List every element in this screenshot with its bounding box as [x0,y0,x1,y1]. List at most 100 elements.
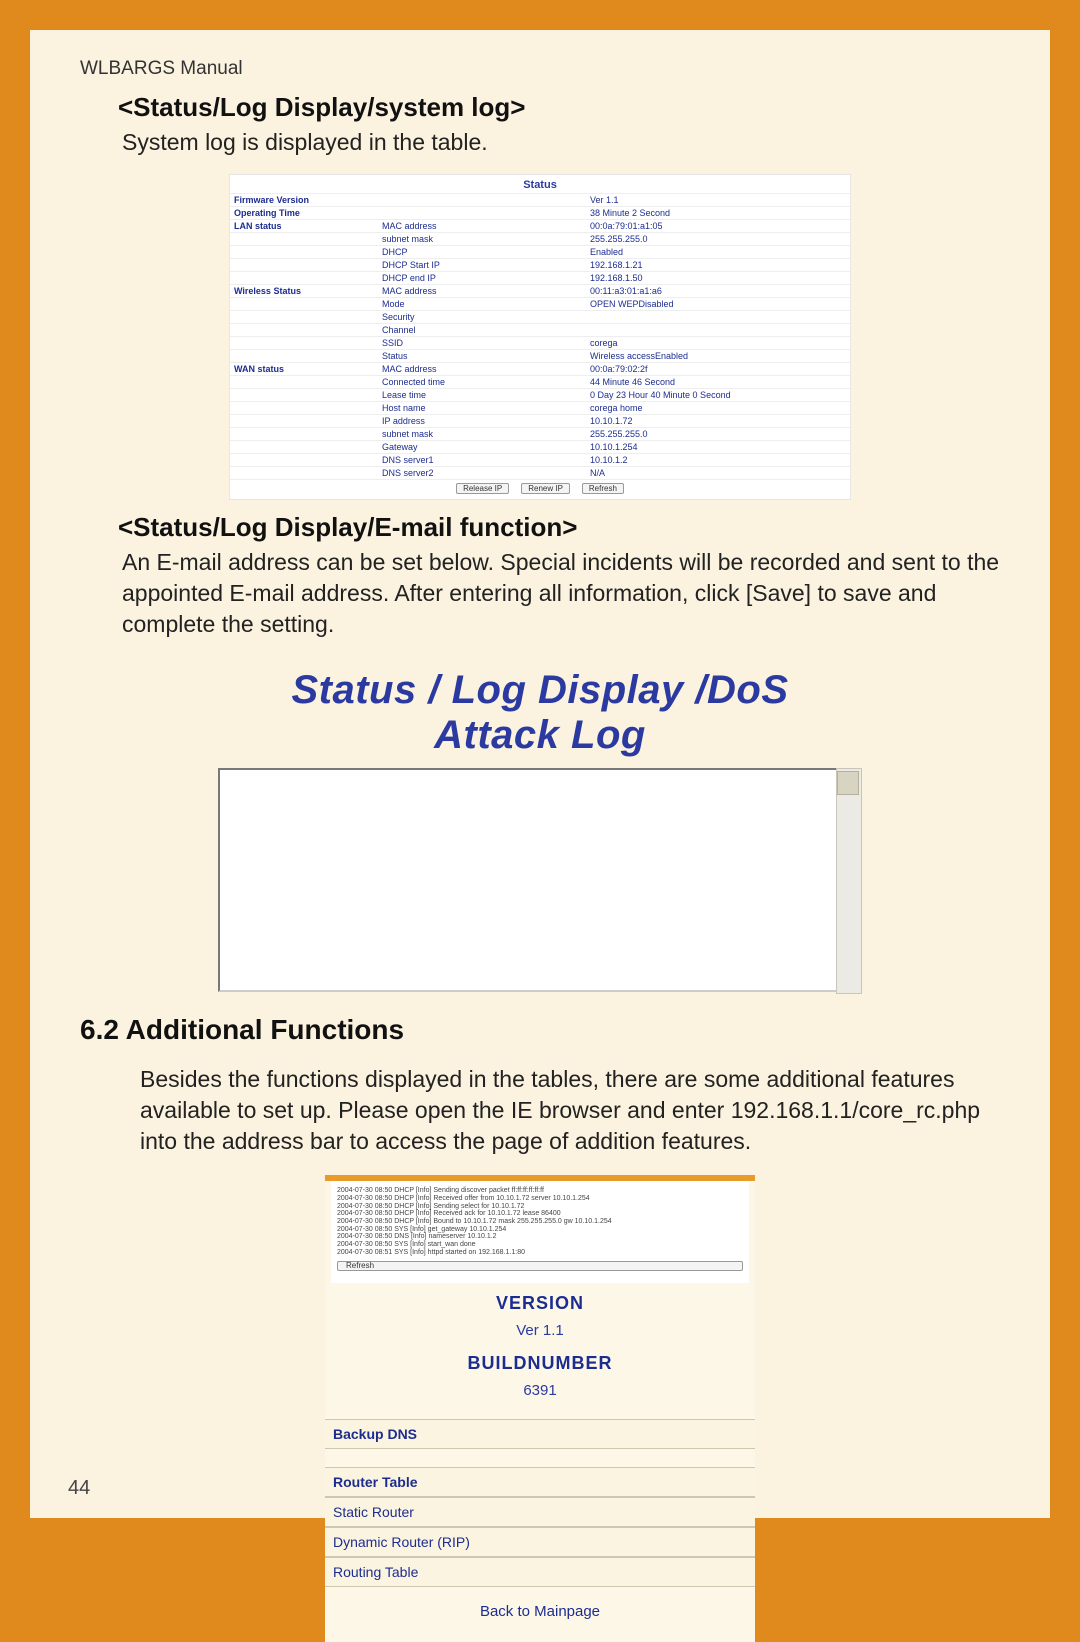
core-rc-screenshot: 2004-07-30 08:50 DHCP [Info] Sending dis… [325,1175,755,1642]
status-section-label [230,259,378,271]
status-field-label: MAC address [378,285,586,297]
status-section-label [230,454,378,466]
status-field-value: 00:0a:79:02:2f [586,363,850,375]
router-table-heading: Router Table [325,1467,755,1497]
status-row: Firmware Version Ver 1.1 [230,193,850,206]
status-field-value: corega [586,337,850,349]
status-section-label [230,402,378,414]
status-field-label: DHCP end IP [378,272,586,284]
buildnumber-heading: BUILDNUMBER [325,1353,755,1374]
status-section-label [230,441,378,453]
routing-table-link[interactable]: Routing Table [325,1557,755,1587]
status-field-label [378,194,586,206]
status-row: Connected time44 Minute 46 Second [230,375,850,388]
status-field-label: Connected time [378,376,586,388]
section-body-systemlog: System log is displayed in the table. [122,127,1000,158]
status-row: Security [230,310,850,323]
status-table-title: Status [230,175,850,193]
scrollbar-thumb[interactable] [837,771,859,795]
status-row: DHCPEnabled [230,245,850,258]
status-field-value: 00:11:a3:01:a1:a6 [586,285,850,297]
section-title-systemlog: <Status/Log Display/system log> [118,92,1000,123]
section-title-email: <Status/Log Display/E-mail function> [118,512,1000,543]
status-field-label: Mode [378,298,586,310]
status-section-label [230,389,378,401]
release-ip-button[interactable]: Release IP [456,483,509,494]
dos-attack-log-title: Status / Log Display /DoS Attack Log [240,668,840,758]
status-row: Host namecorega home [230,401,850,414]
status-field-label: DHCP [378,246,586,258]
status-row: subnet mask255.255.255.0 [230,427,850,440]
status-field-label: Security [378,311,586,323]
status-field-label: SSID [378,337,586,349]
status-row: DNS server2N/A [230,466,850,479]
status-field-value: 255.255.255.0 [586,428,850,440]
manual-header: WLBARGS Manual [80,58,1000,80]
status-row: LAN statusMAC address00:0a:79:01:a1:05 [230,219,850,232]
status-field-value: 10.10.1.72 [586,415,850,427]
status-section-label [230,324,378,336]
status-row: StatusWireless accessEnabled [230,349,850,362]
status-field-label: DHCP Start IP [378,259,586,271]
status-field-value [586,324,850,336]
status-section-label: LAN status [230,220,378,232]
status-field-value: 44 Minute 46 Second [586,376,850,388]
version-value: Ver 1.1 [325,1322,755,1339]
status-field-value: corega home [586,402,850,414]
status-field-value: 10.10.1.254 [586,441,850,453]
page-number: 44 [68,1477,90,1500]
heading-additional-functions: 6.2 Additional Functions [80,1014,1000,1046]
status-section-label: Operating Time [230,207,378,219]
status-section-label [230,467,378,479]
backup-dns-link[interactable]: Backup DNS [325,1419,755,1449]
status-field-value: 0 Day 23 Hour 40 Minute 0 Second [586,389,850,401]
status-field-label: DNS server1 [378,454,586,466]
status-row: Lease time0 Day 23 Hour 40 Minute 0 Seco… [230,388,850,401]
status-field-label: subnet mask [378,428,586,440]
section-body-additional: Besides the functions displayed in the t… [140,1064,1000,1157]
status-section-label: Wireless Status [230,285,378,297]
status-field-label: subnet mask [378,233,586,245]
status-row: Gateway10.10.1.254 [230,440,850,453]
version-heading: VERSION [325,1293,755,1314]
status-row: DHCP end IP192.168.1.50 [230,271,850,284]
status-row: WAN statusMAC address00:0a:79:02:2f [230,362,850,375]
status-row: SSIDcorega [230,336,850,349]
status-field-label: MAC address [378,363,586,375]
status-section-label [230,376,378,388]
dynamic-router-link[interactable]: Dynamic Router (RIP) [325,1527,755,1557]
status-row: DHCP Start IP192.168.1.21 [230,258,850,271]
status-field-value: Enabled [586,246,850,258]
status-section-label [230,350,378,362]
status-field-value: N/A [586,467,850,479]
status-section-label: Firmware Version [230,194,378,206]
status-field-value: Ver 1.1 [586,194,850,206]
status-section-label [230,233,378,245]
status-field-value: 192.168.1.21 [586,259,850,271]
refresh-log-button[interactable]: Refresh [337,1261,743,1272]
status-section-label [230,246,378,258]
scrollbar[interactable] [836,768,862,994]
status-row: Wireless StatusMAC address00:11:a3:01:a1… [230,284,850,297]
dos-log-textarea[interactable] [218,768,862,992]
refresh-button[interactable]: Refresh [582,483,624,494]
static-router-link[interactable]: Static Router [325,1497,755,1527]
status-field-value: Wireless accessEnabled [586,350,850,362]
section-body-email: An E-mail address can be set below. Spec… [122,547,1000,640]
back-to-mainpage-link[interactable]: Back to Mainpage [325,1587,755,1642]
renew-ip-button[interactable]: Renew IP [521,483,570,494]
status-buttons-row: Release IP Renew IP Refresh [230,479,850,499]
status-field-value: OPEN WEPDisabled [586,298,850,310]
status-field-label: Lease time [378,389,586,401]
status-section-label [230,337,378,349]
status-section-label [230,298,378,310]
status-field-value: 192.168.1.50 [586,272,850,284]
status-field-value: 10.10.1.2 [586,454,850,466]
buildnumber-value: 6391 [325,1382,755,1399]
status-row: DNS server110.10.1.2 [230,453,850,466]
status-section-label: WAN status [230,363,378,375]
status-field-label: Status [378,350,586,362]
status-field-value: 00:0a:79:01:a1:05 [586,220,850,232]
status-row: ModeOPEN WEPDisabled [230,297,850,310]
status-row: Operating Time38 Minute 2 Second [230,206,850,219]
